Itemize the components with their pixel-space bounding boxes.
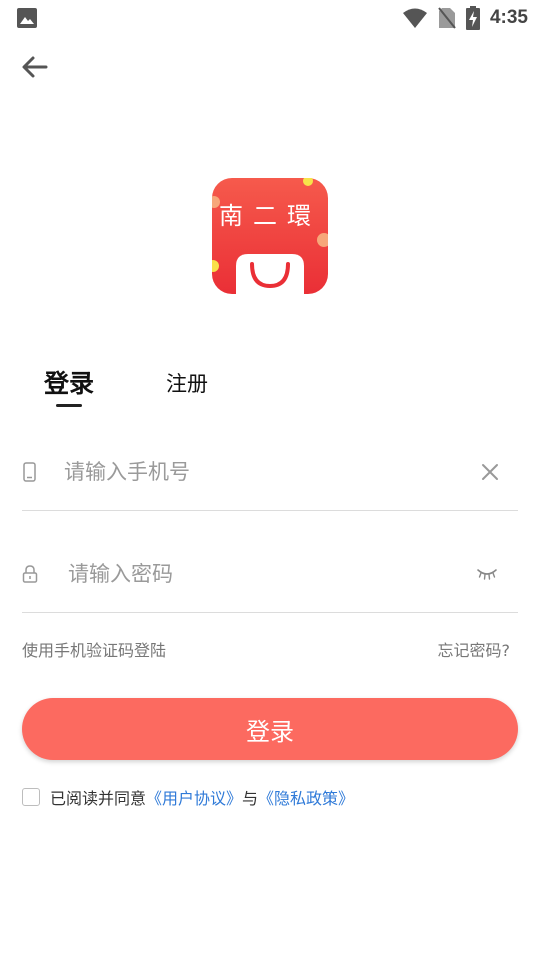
- password-input[interactable]: [68, 558, 468, 590]
- active-tab-indicator: [56, 404, 82, 407]
- agreement-row: 已阅读并同意 《用户协议》 与 《隐私政策》: [22, 786, 354, 808]
- user-agreement-link[interactable]: 《用户协议》: [146, 785, 242, 809]
- tab-login[interactable]: 登录: [44, 364, 94, 400]
- wifi-icon: [402, 8, 427, 28]
- tab-register[interactable]: 注册: [166, 368, 208, 398]
- phone-input[interactable]: [64, 456, 464, 488]
- agreement-checkbox[interactable]: [22, 788, 40, 806]
- phone-field-row: [22, 410, 518, 511]
- battery-charging-icon: [465, 6, 480, 30]
- status-bar: 4:35: [0, 0, 540, 36]
- status-icons: 4:35: [402, 6, 528, 30]
- clock-time: 4:35: [489, 7, 528, 28]
- agreement-prefix: 已阅读并同意: [50, 789, 147, 808]
- clear-icon[interactable]: [480, 462, 500, 482]
- no-sim-icon: [438, 7, 456, 29]
- eye-closed-icon[interactable]: [476, 566, 498, 582]
- back-arrow-icon[interactable]: [18, 50, 52, 84]
- sms-login-link[interactable]: 使用手机验证码登陆: [22, 637, 166, 661]
- login-button[interactable]: 登录: [22, 698, 518, 760]
- lock-icon: [22, 565, 38, 583]
- app-logo: 南二環: [212, 178, 328, 294]
- privacy-policy-link[interactable]: 《隐私政策》: [258, 785, 354, 809]
- phone-icon: [23, 462, 36, 482]
- image-notification-icon: [17, 8, 37, 28]
- password-field-row: [22, 512, 518, 613]
- logo-text: 南二環: [219, 202, 321, 230]
- forgot-password-link[interactable]: 忘记密码?: [438, 637, 511, 661]
- agreement-conjunction: 与: [242, 789, 259, 808]
